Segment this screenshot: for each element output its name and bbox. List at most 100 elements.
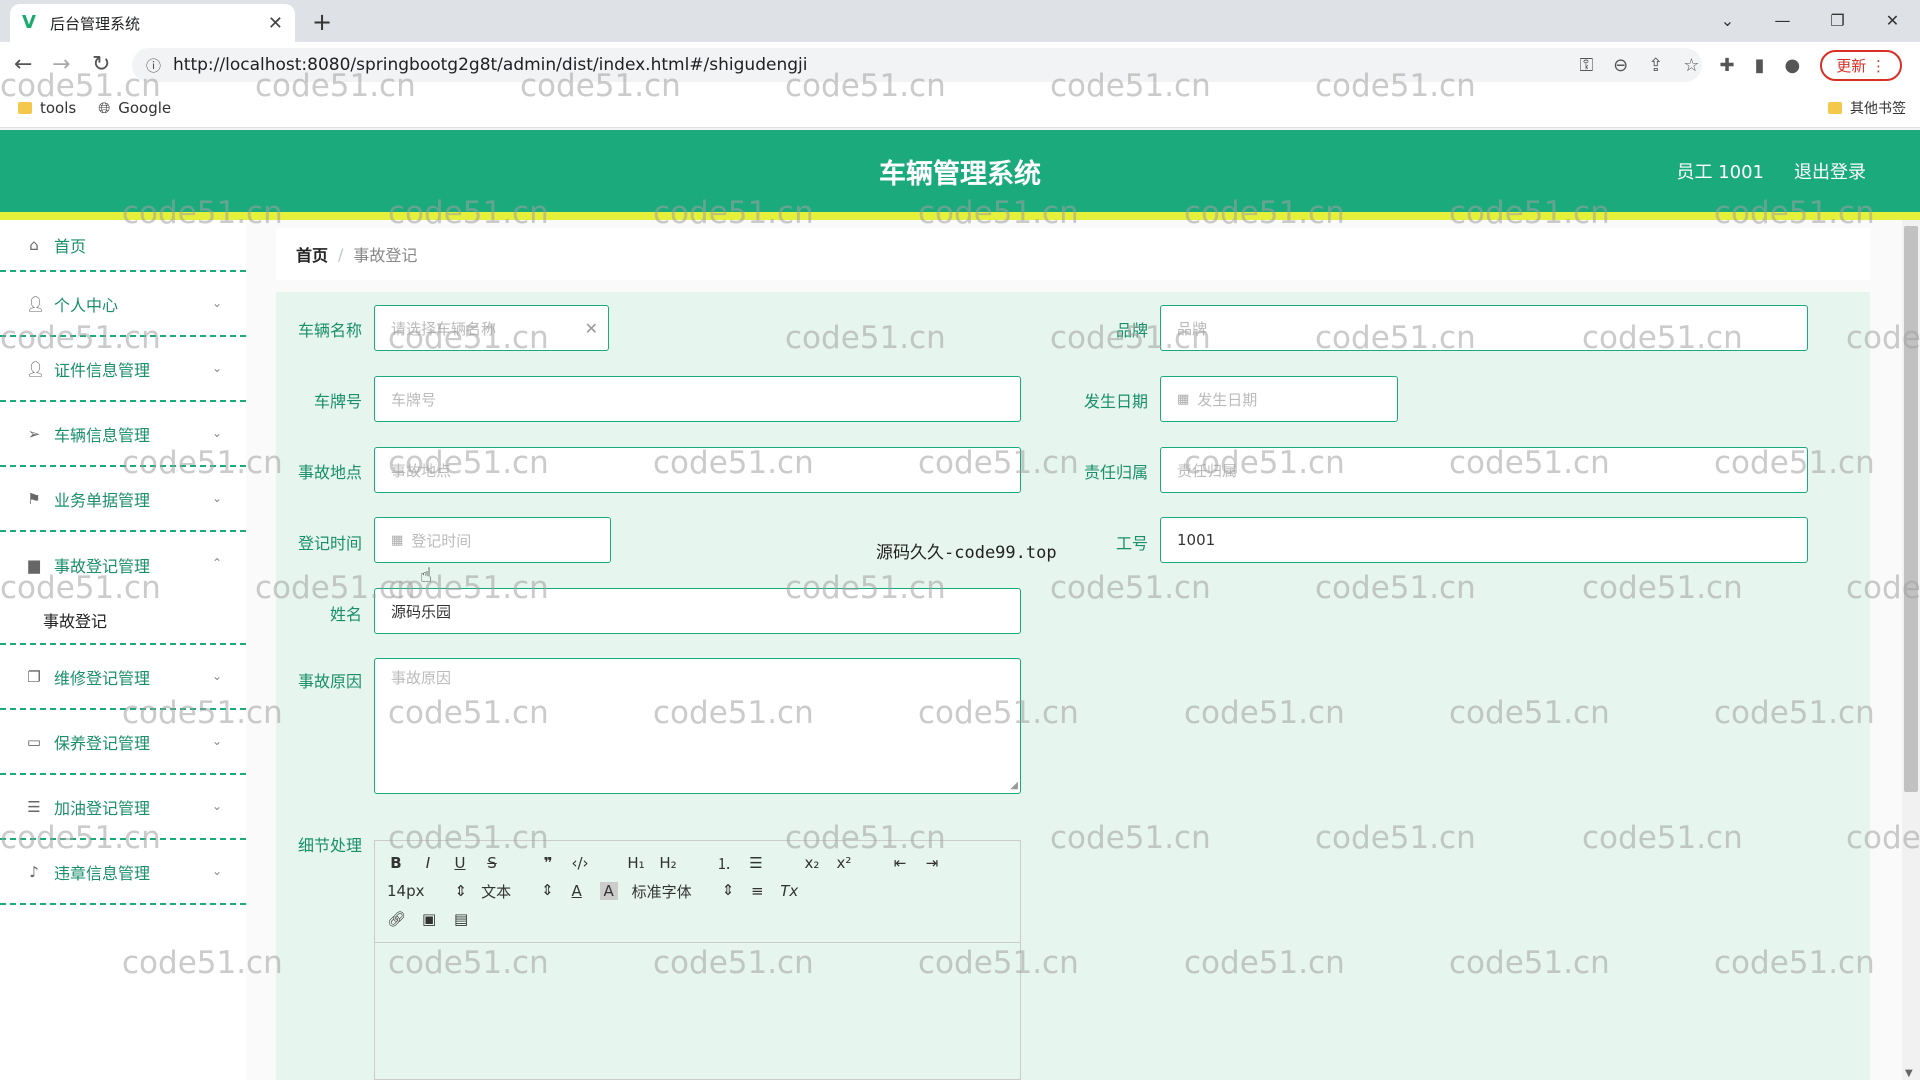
sidebar-item-certificates[interactable]: 👤︎ 证件信息管理 ⌄ (0, 337, 246, 402)
bold-icon[interactable]: B (387, 854, 405, 872)
share-icon[interactable]: ⇪ (1648, 55, 1663, 76)
sidebar-item-accidents[interactable]: ▆ 事故登记管理 ⌃ (0, 532, 246, 597)
clear-format-icon[interactable]: Tx (780, 882, 798, 900)
italic-icon[interactable]: I (419, 854, 437, 872)
other-bookmarks[interactable]: 其他书签 (1828, 98, 1906, 118)
location-input[interactable]: 事故地点 (374, 447, 1021, 493)
sidebar-item-label: 个人中心 (54, 295, 119, 315)
link-icon[interactable]: 🔗︎ (387, 910, 406, 928)
plate-input[interactable]: 车牌号 (374, 376, 1021, 422)
align-icon[interactable]: ≡ (748, 882, 766, 900)
reload-icon[interactable]: ↻ (92, 52, 110, 77)
reg-time-placeholder: 登记时间 (411, 531, 472, 550)
code-icon[interactable]: ‹/› (571, 854, 589, 872)
responsibility-input[interactable]: 责任归属 (1160, 447, 1808, 493)
sidebar-item-maintenance[interactable]: ▭ 保养登记管理 ⌄ (0, 710, 246, 775)
video-icon[interactable]: ▤ (452, 910, 470, 928)
font-size-value: 14px (387, 882, 425, 900)
tab-search-icon[interactable]: ⌄ (1700, 0, 1755, 40)
background-color-icon[interactable]: A (599, 882, 618, 900)
back-icon[interactable]: ← (14, 52, 32, 77)
browser-tab[interactable]: V 后台管理系统 ✕ (10, 4, 295, 42)
resize-grip-icon[interactable]: ◢ (1010, 780, 1018, 791)
zoom-icon[interactable]: ⊖ (1613, 55, 1628, 76)
close-tab-icon[interactable]: ✕ (268, 13, 283, 34)
key-icon[interactable]: ⚿ (1579, 55, 1593, 76)
text-type-value: 文本 (481, 882, 512, 901)
sidebar-item-violations[interactable]: ♪ 违章信息管理 ⌄ (0, 840, 246, 905)
strike-icon[interactable]: S (483, 854, 501, 872)
sidebar-item-personal[interactable]: 👤︎ 个人中心 ⌄ (0, 272, 246, 337)
close-window-icon[interactable]: ✕ (1865, 0, 1920, 40)
reason-textarea[interactable]: 事故原因 ◢ (374, 658, 1021, 794)
profile-icon[interactable]: ● (1784, 55, 1800, 76)
bullet-list-icon[interactable]: ☰ (747, 854, 765, 872)
vehicle-name-label: 车辆名称 (297, 321, 362, 340)
copy-icon: ❐ (27, 667, 41, 686)
restore-icon[interactable]: ❐ (1810, 0, 1865, 40)
ordered-list-icon[interactable]: ⒈ (715, 853, 733, 874)
folder-icon (1828, 102, 1842, 114)
site-info-icon[interactable]: ⓘ (146, 55, 161, 76)
name-input[interactable]: 源码乐园 (374, 588, 1021, 634)
job-no-input[interactable]: 1001 (1160, 517, 1808, 563)
bookmark-tools[interactable]: tools (18, 99, 76, 117)
subscript-icon[interactable]: x₂ (803, 854, 821, 872)
reg-time-picker[interactable]: ▦ 登记时间 (374, 517, 611, 563)
blockquote-icon[interactable]: ❞ (539, 854, 557, 872)
extensions-icon[interactable]: ✚ (1719, 55, 1734, 76)
breadcrumb-current: 事故登记 (353, 246, 418, 265)
sidebar-item-label: 车辆信息管理 (54, 425, 151, 445)
calendar-icon: ▦ (1177, 391, 1190, 407)
sidepanel-icon[interactable]: ▮ (1755, 55, 1765, 76)
heading2-icon[interactable]: H₂ (659, 854, 677, 872)
submenu-accident-registration[interactable]: 事故登记 (0, 597, 246, 645)
date-placeholder: 发生日期 (1197, 390, 1258, 409)
date-picker[interactable]: ▦ 发生日期 (1160, 376, 1398, 422)
forward-icon[interactable]: → (52, 52, 70, 77)
breadcrumb-home[interactable]: 首页 (296, 242, 328, 266)
outdent-icon[interactable]: ⇤ (891, 854, 909, 872)
font-color-icon[interactable]: A (568, 882, 586, 900)
font-family-select[interactable]: 标准字体 ⇕ (632, 881, 735, 902)
heading1-icon[interactable]: H₁ (627, 854, 645, 872)
scrollbar-thumb[interactable] (1904, 226, 1918, 792)
plate-label: 车牌号 (313, 392, 362, 411)
star-icon[interactable]: ☆ (1683, 55, 1699, 76)
image-icon[interactable]: ▣ (420, 910, 438, 928)
brand-input[interactable]: 品牌 (1160, 305, 1808, 351)
sidebar-item-documents[interactable]: ⚑ 业务单据管理 ⌄ (0, 467, 246, 532)
scroll-down-icon[interactable]: ▼ (1905, 1068, 1913, 1079)
other-bookmarks-label: 其他书签 (1850, 101, 1906, 117)
text-type-select[interactable]: 文本 ⇕ (481, 881, 554, 902)
logout-link[interactable]: 退出登录 (1794, 158, 1866, 184)
vehicle-name-placeholder: 请选择车辆名称 (391, 319, 497, 338)
flag-icon: ⚑ (27, 489, 41, 508)
bookmark-google[interactable]: 🌐︎ Google (98, 99, 171, 117)
new-tab-icon[interactable]: + (312, 8, 332, 36)
underline-icon[interactable]: U (451, 854, 469, 872)
sidebar-item-repairs[interactable]: ❐ 维修登记管理 ⌄ (0, 645, 246, 710)
hand-cursor-icon: ☝︎ (420, 563, 433, 587)
url-field[interactable]: ⓘ http://localhost:8080/springbootg2g8t/… (132, 48, 1702, 82)
job-no-value: 1001 (1177, 531, 1216, 549)
toolbar-icons: ⚿ ⊖ ⇪ ☆ ✚ ▮ ● 更新 ⋮ (1579, 50, 1902, 81)
reason-label: 事故原因 (297, 672, 362, 691)
update-button[interactable]: 更新 ⋮ (1820, 50, 1902, 81)
current-user: 员工 1001 (1676, 162, 1764, 183)
address-bar: ← → ↻ ⓘ http://localhost:8080/springboot… (0, 42, 1920, 88)
sidebar-item-home[interactable]: ⌂ 首页 (0, 220, 246, 272)
clear-icon[interactable]: ✕ (585, 319, 598, 338)
superscript-icon[interactable]: x² (835, 854, 853, 872)
sidebar-item-fuel[interactable]: ☰ 加油登记管理 ⌄ (0, 775, 246, 840)
sidebar-item-vehicles[interactable]: ➢ 车辆信息管理 ⌄ (0, 402, 246, 467)
window-controls: ⌄ — ❐ ✕ (1700, 0, 1920, 40)
font-size-select[interactable]: 14px ⇕ (387, 882, 467, 900)
header-accent-strip (0, 212, 1920, 220)
vehicle-name-select[interactable]: 请选择车辆名称 ✕ (374, 305, 609, 351)
minimize-icon[interactable]: — (1755, 0, 1810, 40)
indent-icon[interactable]: ⇥ (923, 854, 941, 872)
rich-text-editor: B I U S ❞ ‹/› H₁ H₂ ⒈ ☰ x₂ x² ⇤ ⇥ 14px ⇕ … (374, 840, 1021, 1080)
editor-toolbar: B I U S ❞ ‹/› H₁ H₂ ⒈ ☰ x₂ x² ⇤ ⇥ 14px ⇕ … (375, 841, 1020, 943)
detail-label: 细节处理 (297, 836, 362, 855)
